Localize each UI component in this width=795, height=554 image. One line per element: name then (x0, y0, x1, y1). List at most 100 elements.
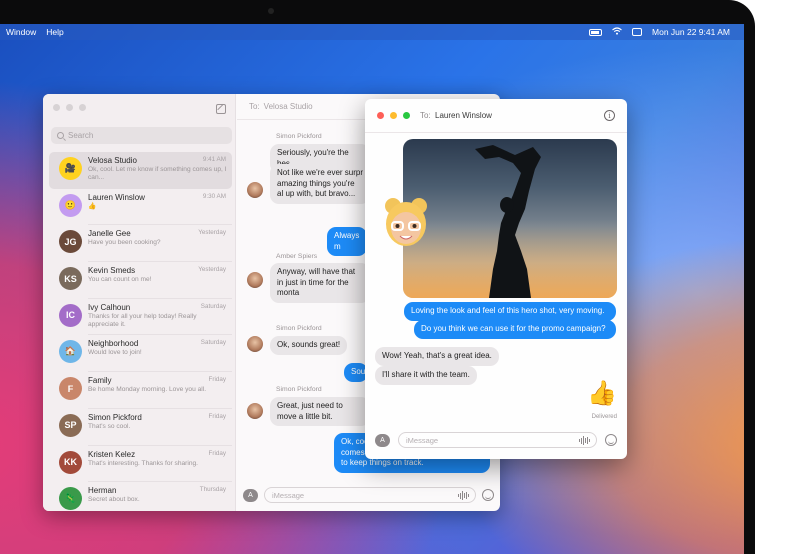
to-label: To: (420, 111, 431, 120)
zoom-button[interactable] (79, 104, 86, 111)
conversation-name: Simon Pickford (88, 412, 142, 422)
emoji-icon[interactable] (605, 434, 617, 446)
conversation-preview: Have you been cooking? (88, 239, 161, 247)
battery-icon[interactable] (589, 28, 603, 36)
menu-window[interactable]: Window (6, 27, 36, 37)
avatar: IC (59, 303, 82, 327)
message-bubble[interactable]: Do you think we can use it for the promo… (414, 320, 616, 339)
to-label: To: (249, 102, 260, 111)
memoji-sticker-icon (385, 198, 427, 246)
audio-waveform-icon[interactable] (458, 491, 469, 500)
message-bubble[interactable]: Always m (327, 227, 367, 256)
silhouette-photo-icon (403, 145, 617, 298)
message-bubble[interactable]: Anyway, will have that in just in time f… (270, 263, 370, 303)
thumbs-up-icon[interactable]: 👍 (587, 381, 617, 407)
sender-name: Simon Pickford (276, 133, 322, 140)
avatar: 🏠 (59, 340, 82, 364)
conversation-item[interactable]: JG Janelle Gee Have you been cooking? Yeste… (49, 225, 232, 263)
conversation-preview: Thanks for all your help today! Really a… (88, 312, 197, 328)
message-bubble[interactable]: Ok, sounds great! (270, 336, 348, 355)
shared-photo[interactable] (403, 139, 617, 298)
camera-icon (268, 8, 274, 14)
minimize-button[interactable] (390, 112, 397, 119)
conversation-time: Friday (208, 449, 227, 457)
conversation-preview: You can count on me! (88, 276, 152, 284)
conversation-list: 🎥 Velosa Studio Ok, cool. Let me know if s… (49, 152, 232, 511)
conversation-text: Family Be home Monday morning. Love you a… (88, 376, 228, 394)
conversation-item[interactable]: 🏠 Neighborhood Would love to join! Saturday (49, 335, 232, 373)
menu-help[interactable]: Help (46, 27, 63, 37)
compose-icon[interactable] (216, 104, 226, 114)
avatar: KS (59, 267, 82, 291)
conversation-preview: Ok, cool. Let me know if something comes… (88, 166, 227, 181)
conversation-item[interactable]: 🦎 Herman Secret about box. Thursday (49, 482, 232, 511)
conversation-item[interactable]: 🎥 Velosa Studio Ok, cool. Let me know if s… (49, 152, 232, 189)
conversation-preview: That's so cool. (88, 422, 131, 430)
conversation-time: 9:41 AM (202, 156, 226, 163)
avatar: KK (59, 450, 82, 474)
conversation-item[interactable]: 🙂 Lauren Winslow 👍 9:30 AM (49, 189, 232, 226)
conversation-preview: Secret about box. (88, 496, 140, 504)
avatar (247, 272, 263, 288)
menubar-clock[interactable]: Mon Jun 22 9:41 AM (652, 27, 730, 37)
desktop: Window Help Mon Jun 22 9:41 AM Search 🎥 … (0, 0, 795, 554)
avatar (247, 336, 263, 352)
window-controls (53, 104, 86, 111)
close-button[interactable] (377, 112, 384, 119)
compose-row: A iMessage (243, 487, 494, 503)
conversation-time: Thursday (199, 486, 226, 494)
wifi-icon[interactable] (612, 27, 622, 37)
app-store-icon[interactable]: A (243, 488, 258, 502)
conversation-name: Kristen Kelez (88, 449, 136, 459)
compose-row: A iMessage (375, 432, 617, 448)
conversation-item[interactable]: KS Kevin Smeds You can count on me! Yesterd… (49, 262, 232, 299)
control-center-icon[interactable] (632, 28, 643, 36)
search-icon (57, 132, 64, 139)
message-bubble[interactable]: Loving the look and feel of this hero sh… (404, 302, 616, 321)
conversation-preview: Be home Monday morning. Love you all. (88, 386, 207, 394)
info-icon[interactable]: i (604, 110, 615, 121)
conversation-time: Friday (208, 376, 227, 384)
message-bubble[interactable]: Not like we're ever surpr amazing things… (270, 164, 370, 204)
conversation-preview: That's interesting. Thanks for sharing. (88, 459, 198, 467)
conversation-time: 9:30 AM (202, 192, 226, 200)
conversation-item[interactable]: SP Simon Pickford That's so cool. Friday (49, 409, 232, 446)
chat-header: To: Lauren Winslow i (365, 99, 627, 133)
menu-bar: Window Help Mon Jun 22 9:41 AM (0, 24, 744, 40)
conversation-text: Simon Pickford That's so cool. (88, 413, 228, 431)
search-input[interactable]: Search (51, 127, 232, 144)
conversation-time: Yesterday (198, 229, 226, 237)
conversation-preview: Would love to join! (88, 349, 142, 357)
app-store-icon[interactable]: A (375, 433, 390, 447)
avatar: JG (59, 230, 82, 254)
sender-name: Amber Spiers (276, 253, 318, 260)
conversation-item[interactable]: IC Ivy Calhoun Thanks for all your help to… (49, 299, 232, 336)
recipient-name[interactable]: Velosa Studio (264, 102, 313, 111)
conversation-time: Yesterday (198, 266, 226, 274)
close-button[interactable] (53, 104, 60, 111)
sender-name: Simon Pickford (276, 325, 322, 332)
message-placeholder: iMessage (272, 490, 305, 500)
minimize-button[interactable] (66, 104, 73, 111)
conversation-time: Friday (208, 412, 227, 420)
messages-chat-window: To: Lauren Winslow i Loving the look and… (365, 99, 627, 459)
message-input[interactable]: iMessage (398, 432, 597, 448)
avatar: 🎥 (59, 157, 82, 180)
conversation-time: Saturday (200, 339, 226, 347)
message-bubble[interactable]: Wow! Yeah, that's a great idea. (375, 347, 499, 366)
search-placeholder: Search (68, 131, 94, 140)
conversation-item[interactable]: KK Kristen Kelez That's interesting. Thank… (49, 446, 232, 483)
message-bubble[interactable]: Great, just need to move a little bit. (270, 397, 370, 426)
recipient-name[interactable]: Lauren Winslow (435, 111, 492, 120)
status-area: Mon Jun 22 9:41 AM (589, 27, 744, 37)
zoom-button[interactable] (403, 112, 410, 119)
audio-waveform-icon[interactable] (579, 436, 590, 445)
delivered-status: Delivered (591, 414, 617, 420)
conversation-item[interactable]: F Family Be home Monday morning. Love you … (49, 372, 232, 409)
avatar: 🙂 (59, 193, 82, 217)
message-bubble[interactable]: I'll share it with the team. (375, 366, 477, 385)
conversation-sidebar: Search 🎥 Velosa Studio Ok, cool. Let me kn… (43, 94, 236, 511)
message-placeholder: iMessage (406, 435, 439, 445)
emoji-icon[interactable] (482, 489, 494, 501)
message-input[interactable]: iMessage (264, 487, 476, 503)
